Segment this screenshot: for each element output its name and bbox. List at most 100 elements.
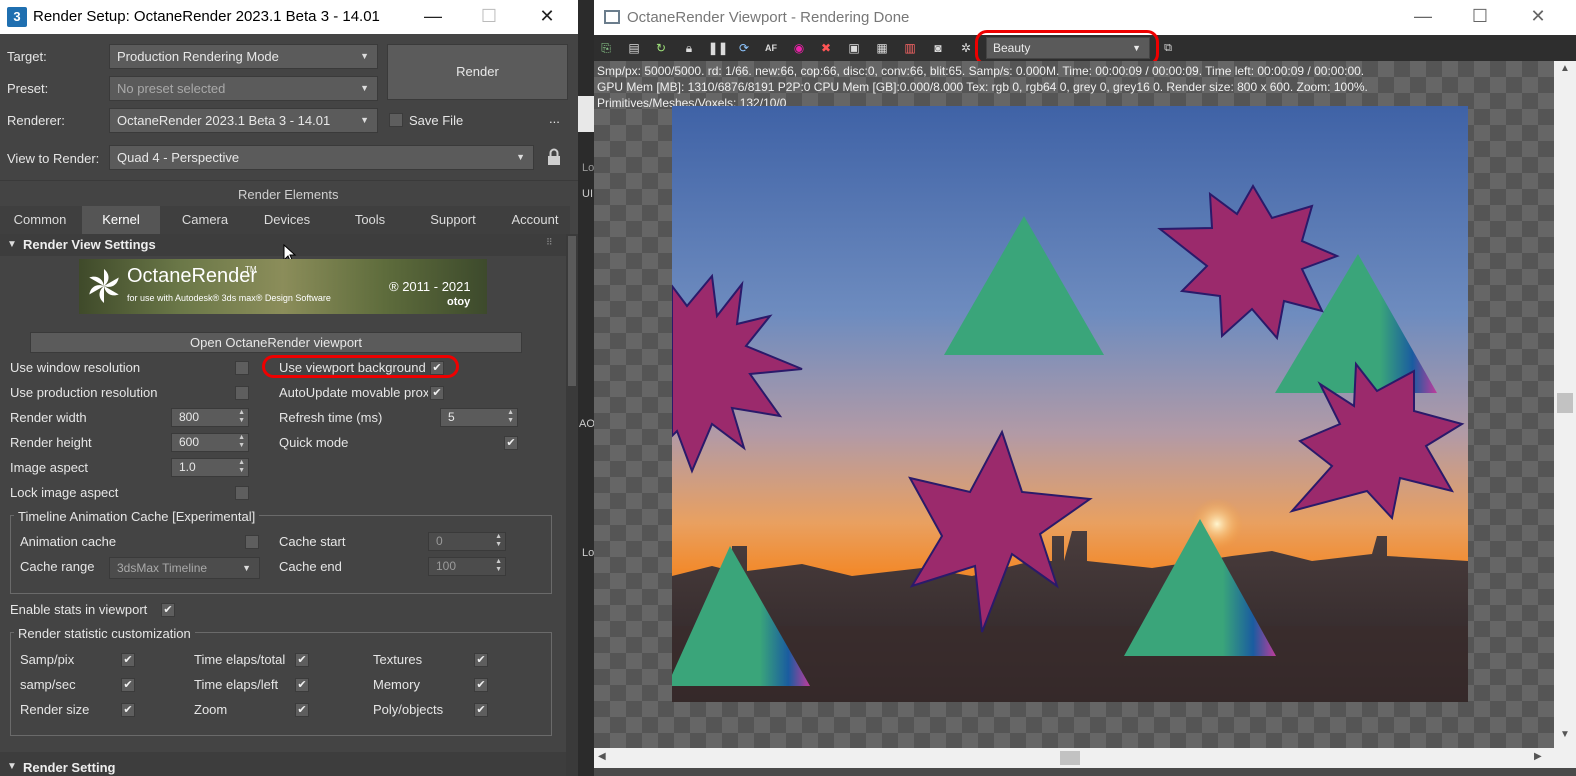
- tab-camera[interactable]: Camera: [165, 206, 245, 234]
- display-icon[interactable]: ▣: [846, 40, 862, 56]
- tab-account[interactable]: Account: [496, 206, 574, 234]
- render-width-label: Render width: [10, 410, 87, 425]
- autoupdate-proxies-checkbox[interactable]: ✔: [430, 386, 444, 400]
- autofocus-icon[interactable]: AF: [763, 40, 779, 56]
- lock-image-aspect-checkbox[interactable]: [235, 486, 249, 500]
- spinner-arrows-icon[interactable]: ▲ ▼: [238, 434, 245, 450]
- render-elements-button[interactable]: Render Elements: [238, 187, 338, 202]
- preset-dropdown[interactable]: No preset selected ▼: [109, 76, 378, 101]
- cache-start-spinner[interactable]: 0 ▲ ▼: [428, 532, 506, 551]
- save-file-checkbox[interactable]: [389, 113, 403, 127]
- scrollbar-thumb[interactable]: [1060, 751, 1080, 765]
- render-height-value: 600: [179, 435, 200, 449]
- spinner-arrows-icon[interactable]: ▲ ▼: [238, 459, 245, 475]
- region-render-icon[interactable]: ▥: [902, 40, 918, 56]
- time-elaps-total-label: Time elaps/total: [194, 652, 286, 667]
- pause-icon[interactable]: ❚❚: [708, 40, 728, 56]
- refresh-time-value: 5: [448, 410, 455, 424]
- open-viewport-button[interactable]: Open OctaneRender viewport: [30, 332, 522, 353]
- render-setup-titlebar[interactable]: 3 Render Setup: OctaneRender 2023.1 Beta…: [0, 0, 578, 34]
- scroll-up-icon[interactable]: ▲: [1560, 63, 1570, 74]
- cache-range-label: Cache range: [20, 559, 95, 574]
- quick-mode-checkbox[interactable]: ✔: [504, 436, 518, 450]
- lock-image-aspect-label: Lock image aspect: [10, 485, 119, 500]
- render-height-spinner[interactable]: 600 ▲ ▼: [171, 433, 249, 452]
- maximize-button[interactable]: ☐: [460, 0, 518, 34]
- color-picker-icon[interactable]: ◉: [791, 40, 807, 56]
- scrollbar-thumb[interactable]: [1557, 393, 1573, 413]
- autoupdate-proxies-label: AutoUpdate movable prox: [279, 385, 428, 400]
- memory-checkbox[interactable]: ✔: [474, 678, 488, 692]
- samp-sec-checkbox[interactable]: ✔: [121, 678, 135, 692]
- stats-line-samples: Smp/px: 5000/5000. rd: 1/66. new:66, cop…: [597, 64, 1365, 78]
- lock-icon[interactable]: 🔒︎: [681, 40, 697, 56]
- tab-support[interactable]: Support: [412, 206, 494, 234]
- scrollbar-thumb[interactable]: [568, 236, 576, 386]
- next-rollout-header[interactable]: ▼ Render Setting: [0, 752, 566, 776]
- tab-devices[interactable]: Devices: [247, 206, 327, 234]
- render-statistic-title: Render statistic customization: [14, 626, 195, 641]
- render-canvas[interactable]: Smp/px: 5000/5000. rd: 1/66. new:66, cop…: [594, 61, 1554, 748]
- zoom-checkbox[interactable]: ✔: [295, 703, 309, 717]
- spinner-arrows-icon[interactable]: ▲ ▼: [495, 558, 502, 574]
- scroll-down-icon[interactable]: ▼: [1560, 729, 1570, 740]
- send-scene-icon[interactable]: ⎘: [598, 40, 614, 56]
- render-size-checkbox[interactable]: ✔: [121, 703, 135, 717]
- animation-cache-checkbox[interactable]: [245, 535, 259, 549]
- minimize-button[interactable]: —: [404, 0, 462, 34]
- camera-icon[interactable]: ◙: [930, 40, 946, 56]
- minimize-button[interactable]: —: [1394, 0, 1452, 34]
- cache-range-dropdown[interactable]: 3dsMax Timeline ▼: [109, 557, 260, 579]
- settings-scrollbar[interactable]: [566, 234, 578, 776]
- enable-stats-checkbox[interactable]: ✔: [161, 603, 175, 617]
- close-button[interactable]: ✕: [518, 0, 576, 34]
- poly-objects-label: Poly/objects: [373, 702, 444, 717]
- view-to-render-value: Quad 4 - Perspective: [117, 150, 240, 165]
- viewport-horizontal-scrollbar[interactable]: ◀ ▶: [594, 748, 1554, 768]
- close-button[interactable]: ✕: [1509, 0, 1567, 34]
- clay-mode-icon[interactable]: ✖: [818, 40, 834, 56]
- render-button[interactable]: Render: [387, 44, 568, 100]
- refresh-time-spinner[interactable]: 5 ▲ ▼: [440, 408, 518, 427]
- poly-objects-checkbox[interactable]: ✔: [474, 703, 488, 717]
- time-elaps-left-checkbox[interactable]: ✔: [295, 678, 309, 692]
- render-setup-window: 3 Render Setup: OctaneRender 2023.1 Beta…: [0, 0, 578, 776]
- spinner-arrows-icon[interactable]: ▲ ▼: [495, 533, 502, 549]
- textures-checkbox[interactable]: ✔: [474, 653, 488, 667]
- image-aspect-spinner[interactable]: 1.0 ▲ ▼: [171, 458, 249, 477]
- time-elaps-left-label: Time elaps/left: [194, 677, 279, 692]
- settings-gear-icon[interactable]: ✲: [958, 40, 974, 56]
- view-to-render-dropdown[interactable]: Quad 4 - Perspective ▼: [109, 145, 534, 170]
- scroll-left-icon[interactable]: ◀: [598, 751, 606, 762]
- time-elaps-total-checkbox[interactable]: ✔: [295, 653, 309, 667]
- film-icon[interactable]: ▦: [874, 40, 890, 56]
- samp-pix-checkbox[interactable]: ✔: [121, 653, 135, 667]
- spinner-arrows-icon[interactable]: ▲ ▼: [507, 409, 514, 425]
- refresh-icon[interactable]: ⟳: [736, 40, 752, 56]
- target-dropdown[interactable]: Production Rendering Mode ▼: [109, 44, 378, 69]
- use-production-resolution-checkbox[interactable]: [235, 386, 249, 400]
- save-image-icon[interactable]: ⧉: [1160, 40, 1176, 56]
- use-window-resolution-checkbox[interactable]: [235, 361, 249, 375]
- cache-end-spinner[interactable]: 100 ▲ ▼: [428, 557, 506, 576]
- restart-render-icon[interactable]: ↻: [653, 40, 669, 56]
- tab-kernel[interactable]: Kernel: [82, 206, 160, 234]
- scroll-right-icon[interactable]: ▶: [1534, 751, 1542, 762]
- maximize-button[interactable]: ☐: [1451, 0, 1509, 34]
- tab-tools[interactable]: Tools: [330, 206, 410, 234]
- lock-icon[interactable]: [546, 148, 562, 166]
- rollout-title: Render View Settings: [23, 237, 156, 252]
- renderer-dropdown[interactable]: OctaneRender 2023.1 Beta 3 - 14.01 ▼: [109, 108, 378, 133]
- enable-stats-label: Enable stats in viewport: [10, 602, 148, 617]
- spinner-arrows-icon[interactable]: ▲ ▼: [238, 409, 245, 425]
- clipboard-icon[interactable]: ▤: [626, 40, 642, 56]
- view-to-render-label: View to Render:: [7, 151, 100, 166]
- tab-common[interactable]: Common: [0, 206, 80, 234]
- viewport-vertical-scrollbar[interactable]: ▲ ▼: [1554, 61, 1576, 748]
- render-height-label: Render height: [10, 435, 92, 450]
- renderer-value: OctaneRender 2023.1 Beta 3 - 14.01: [117, 113, 331, 128]
- banner-tm: TM: [245, 265, 257, 274]
- samp-sec-label: samp/sec: [20, 677, 76, 692]
- render-width-spinner[interactable]: 800 ▲ ▼: [171, 408, 249, 427]
- more-options-button[interactable]: ...: [549, 111, 560, 126]
